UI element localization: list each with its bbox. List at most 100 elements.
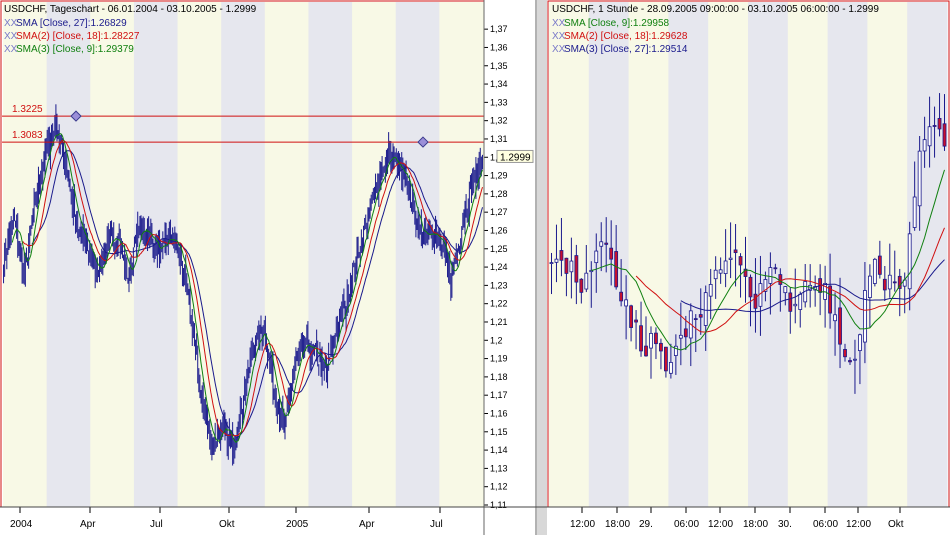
right-indicator-sma27[interactable]: XX SMA(3) [Close, 27]:1.29514	[552, 44, 688, 55]
x-tick-label: 06:00	[674, 519, 699, 530]
x-tick-label: Okt	[219, 519, 235, 530]
candle-body	[833, 314, 837, 322]
level-label-lower: 1.3083	[12, 130, 43, 141]
candle-body	[664, 346, 668, 372]
x-tick-label: 29.	[639, 519, 653, 530]
x-tick-label: 12:00	[708, 519, 733, 530]
x-tick-label: Jul	[430, 519, 443, 530]
candle-body	[559, 250, 564, 261]
candle-body	[693, 318, 698, 320]
time-band	[549, 2, 590, 507]
candle-body	[887, 274, 892, 290]
y-tick-label: 1,26	[490, 225, 508, 235]
time-band	[668, 2, 709, 507]
time-band	[628, 2, 669, 507]
candle-body	[654, 332, 658, 345]
candle-body	[713, 269, 718, 280]
candle-body	[659, 342, 663, 352]
candle-body	[703, 292, 708, 326]
indicator-label: SMA(2) [Close, 18]:1.29628	[564, 31, 688, 42]
y-tick-label: 1,28	[490, 189, 508, 199]
time-band	[395, 2, 440, 507]
y-tick-label: 1,12	[490, 482, 508, 492]
candle-body	[599, 241, 604, 247]
candle-body	[678, 334, 683, 339]
candle-body	[668, 361, 673, 374]
y-tick-label: 1,24	[490, 262, 508, 272]
y-tick-label: 1,35	[490, 61, 508, 71]
x-tick-label: Apr	[80, 519, 96, 530]
time-band	[308, 2, 353, 507]
candle-body	[798, 293, 803, 310]
candle-body	[629, 305, 633, 328]
x-tick-label: 30.	[778, 519, 792, 530]
x-tick-label: Jul	[150, 519, 163, 530]
right-background-bands	[549, 2, 948, 507]
candle-body	[579, 278, 584, 293]
y-tick-label: 1,32	[490, 116, 508, 126]
candle-body	[738, 256, 743, 266]
candle-body	[937, 118, 942, 130]
candle-body	[609, 247, 614, 260]
candle-body	[584, 272, 589, 290]
candle-body	[773, 267, 778, 270]
right-chart-title: USDCHF, 1 Stunde - 28.09.2005 09:00:00 -…	[552, 4, 879, 15]
candle-body	[604, 242, 609, 245]
right-indicator-sma18[interactable]: XX SMA(2) [Close, 18]:1.29628	[552, 31, 688, 42]
candle-body	[892, 281, 897, 284]
x-tick-label: 06:00	[813, 519, 838, 530]
candle-body	[853, 358, 857, 361]
left-indicator-sma9[interactable]: XX SMA(3) [Close, 9]:1.29379	[4, 44, 134, 55]
last-price-value: 1.2999	[500, 152, 531, 163]
y-tick-label: 1,11	[490, 500, 507, 510]
y-tick-label: 1,23	[490, 280, 508, 290]
candle-body	[683, 328, 688, 338]
time-band	[264, 2, 309, 507]
x-tick-label: Apr	[359, 519, 375, 530]
y-tick-label: 1,25	[490, 244, 508, 254]
x-tick-label: Okt	[888, 519, 904, 530]
time-band	[748, 2, 789, 507]
candle-body	[942, 123, 947, 147]
candle-body	[639, 325, 643, 352]
x-tick-label: 18:00	[605, 519, 630, 530]
indicator-label: SMA(2) [Close, 18]:1.28227	[16, 31, 140, 42]
y-tick-label: 1,19	[490, 354, 508, 364]
candle-body	[907, 233, 912, 290]
y-tick-label: 1,22	[490, 299, 508, 309]
x-tick-label: 12:00	[570, 519, 595, 530]
y-tick-label: 1,36	[490, 42, 508, 52]
candle-body	[912, 196, 917, 228]
left-chart-title: USDCHF, Tageschart - 06.01.2004 - 03.10.…	[4, 4, 257, 15]
left-indicator-sma18[interactable]: XX SMA(2) [Close, 18]:1.28227	[4, 31, 140, 42]
x-tick-label: 2005	[286, 519, 309, 530]
x-tick-label: 12:00	[846, 519, 871, 530]
panel-splitter[interactable]	[537, 0, 547, 535]
candle-body	[858, 334, 862, 352]
level-label-upper: 1.3225	[12, 104, 43, 115]
candle-body	[877, 255, 882, 275]
candle-body	[708, 284, 713, 297]
candle-body	[733, 249, 738, 254]
candle-body	[748, 276, 753, 298]
candle-body	[843, 349, 847, 358]
y-tick-label: 1,31	[490, 134, 508, 144]
candle-body	[649, 332, 653, 349]
y-tick-label: 1,18	[490, 372, 508, 382]
y-tick-label: 1,15	[490, 427, 508, 437]
left-indicator-sma27[interactable]: XX SMA [Close, 27]:1.26829	[4, 18, 127, 29]
y-tick-label: 1,33	[490, 97, 508, 107]
right-indicator-sma9[interactable]: XX SMA [Close, 9]:1.29958	[552, 18, 670, 29]
candle-body	[634, 319, 638, 323]
candle-body	[624, 299, 629, 307]
indicator-label: SMA(3) [Close, 9]:1.29379	[16, 44, 134, 55]
last-price-tag: 1.2999	[496, 149, 534, 163]
candle-body	[728, 257, 733, 260]
candle-body	[793, 303, 798, 307]
x-tick-label: 2004	[10, 519, 33, 530]
candle-body	[838, 307, 842, 345]
candle-body	[753, 293, 758, 309]
candle-body	[917, 150, 922, 207]
time-band	[708, 2, 749, 507]
indicator-label: SMA [Close, 9]:1.29958	[564, 18, 670, 29]
